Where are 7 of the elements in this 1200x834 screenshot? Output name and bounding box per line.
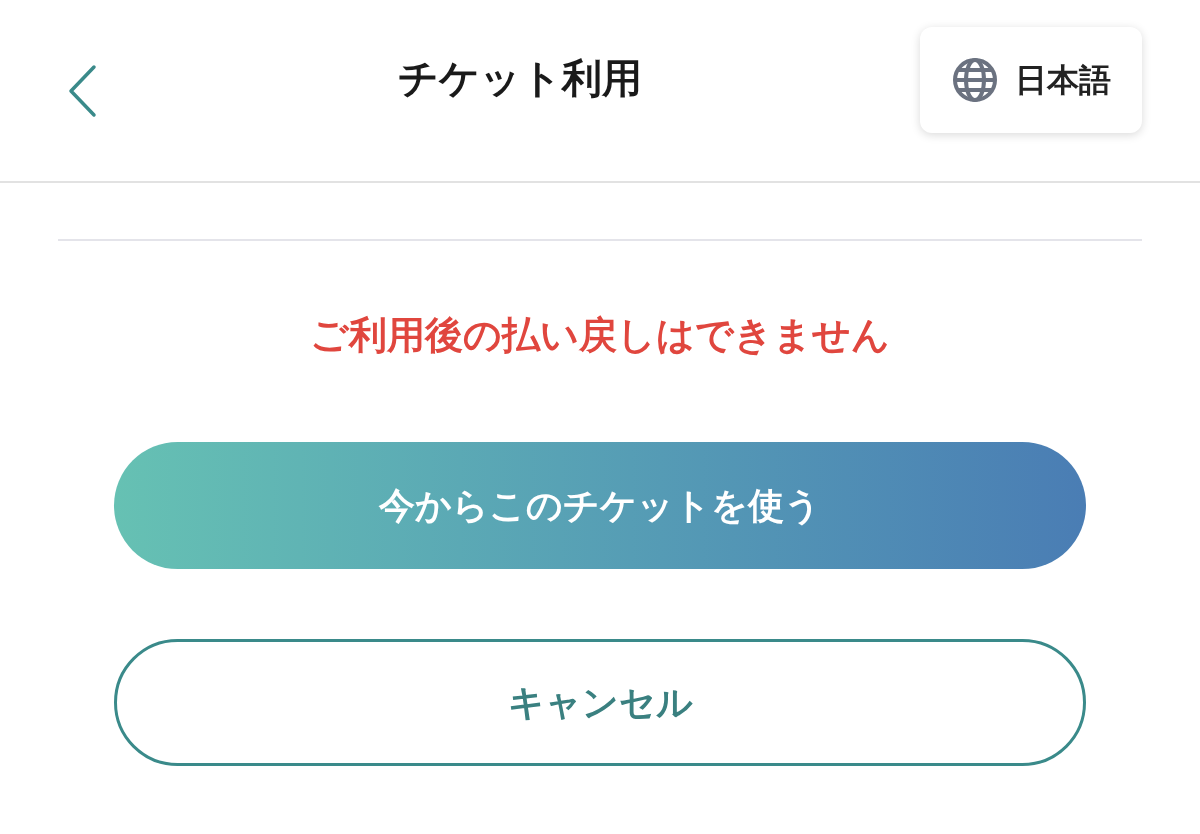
page-title: チケット利用: [397, 55, 643, 102]
language-button[interactable]: 日本語: [920, 26, 1142, 133]
back-icon: [67, 63, 97, 118]
refund-warning: ご利用後の払い戻しはできません: [309, 313, 891, 358]
globe-icon: [951, 55, 999, 104]
use-ticket-button[interactable]: 今からこのチケットを使う: [114, 442, 1086, 569]
cancel-button[interactable]: キャンセル: [114, 639, 1086, 766]
